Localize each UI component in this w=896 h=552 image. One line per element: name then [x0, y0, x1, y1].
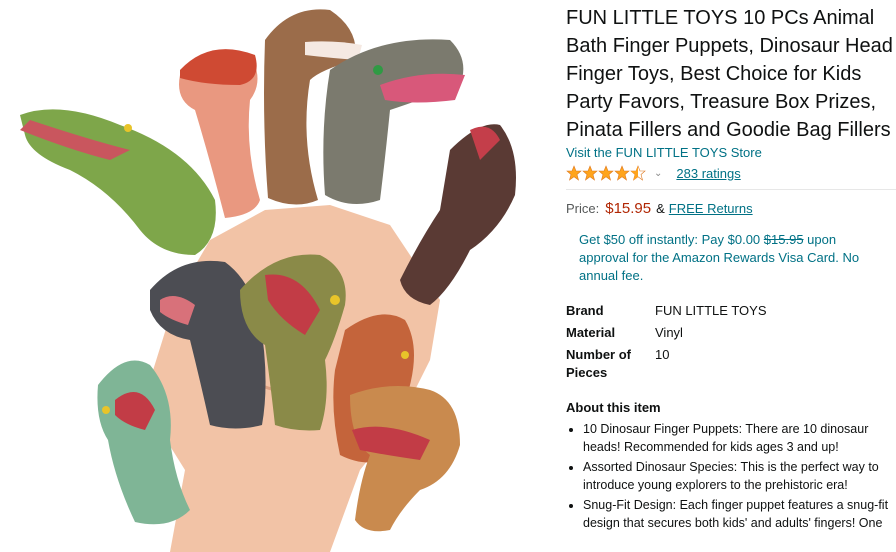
- star-half-icon: [630, 165, 646, 181]
- star-full-icon: [598, 165, 614, 181]
- divider: [566, 189, 896, 190]
- about-bullets: 10 Dinosaur Finger Puppets: There are 10…: [566, 420, 896, 532]
- about-section-title: About this item: [566, 400, 661, 415]
- star-full-icon: [582, 165, 598, 181]
- star-full-icon: [614, 165, 630, 181]
- spec-row: Material Vinyl: [566, 324, 896, 342]
- spec-row: Brand FUN LITTLE TOYS: [566, 302, 896, 320]
- store-link[interactable]: Visit the FUN LITTLE TOYS Store: [566, 145, 896, 161]
- price-value: $15.95: [605, 200, 652, 217]
- star-rating[interactable]: [566, 165, 646, 181]
- rating-row: ⌄ 283 ratings: [566, 163, 896, 183]
- about-bullet: Assorted Dinosaur Species: This is the p…: [583, 458, 896, 494]
- ratings-count-link[interactable]: 283 ratings: [676, 166, 740, 181]
- price-row: Price: $15.95 & FREE Returns: [566, 200, 896, 217]
- spec-value: Vinyl: [655, 325, 683, 340]
- about-bullet: 10 Dinosaur Finger Puppets: There are 10…: [583, 420, 896, 456]
- spec-label: Material: [566, 325, 616, 340]
- product-image[interactable]: [0, 0, 555, 552]
- spec-row: Number of Pieces 10: [566, 346, 896, 382]
- spec-label: Number of Pieces: [566, 347, 631, 380]
- credit-card-promo[interactable]: Get $50 off instantly: Pay $0.00 $15.95 …: [579, 231, 869, 285]
- dinosaur-finger-puppets-photo: [20, 9, 516, 552]
- price-ampersand: &: [656, 201, 665, 216]
- price-label: Price:: [566, 201, 600, 216]
- product-title: FUN LITTLE TOYS 10 PCs Animal Bath Finge…: [566, 7, 893, 141]
- product-details: FUN LITTLE TOYS 10 PCs Animal Bath Finge…: [566, 4, 896, 534]
- product-specs-table: Brand FUN LITTLE TOYS Material Vinyl Num…: [566, 302, 896, 382]
- chevron-down-icon[interactable]: ⌄: [654, 168, 662, 179]
- promo-strike-price: $15.95: [763, 232, 804, 247]
- spec-value: 10: [655, 347, 670, 362]
- promo-text-start: Get $50 off instantly: Pay $0.00: [579, 232, 761, 247]
- free-returns-link[interactable]: FREE Returns: [669, 201, 753, 216]
- spec-value: FUN LITTLE TOYS: [655, 303, 767, 318]
- star-full-icon: [566, 165, 582, 181]
- spec-label: Brand: [566, 303, 604, 318]
- about-bullet: Snug-Fit Design: Each finger puppet feat…: [583, 496, 896, 532]
